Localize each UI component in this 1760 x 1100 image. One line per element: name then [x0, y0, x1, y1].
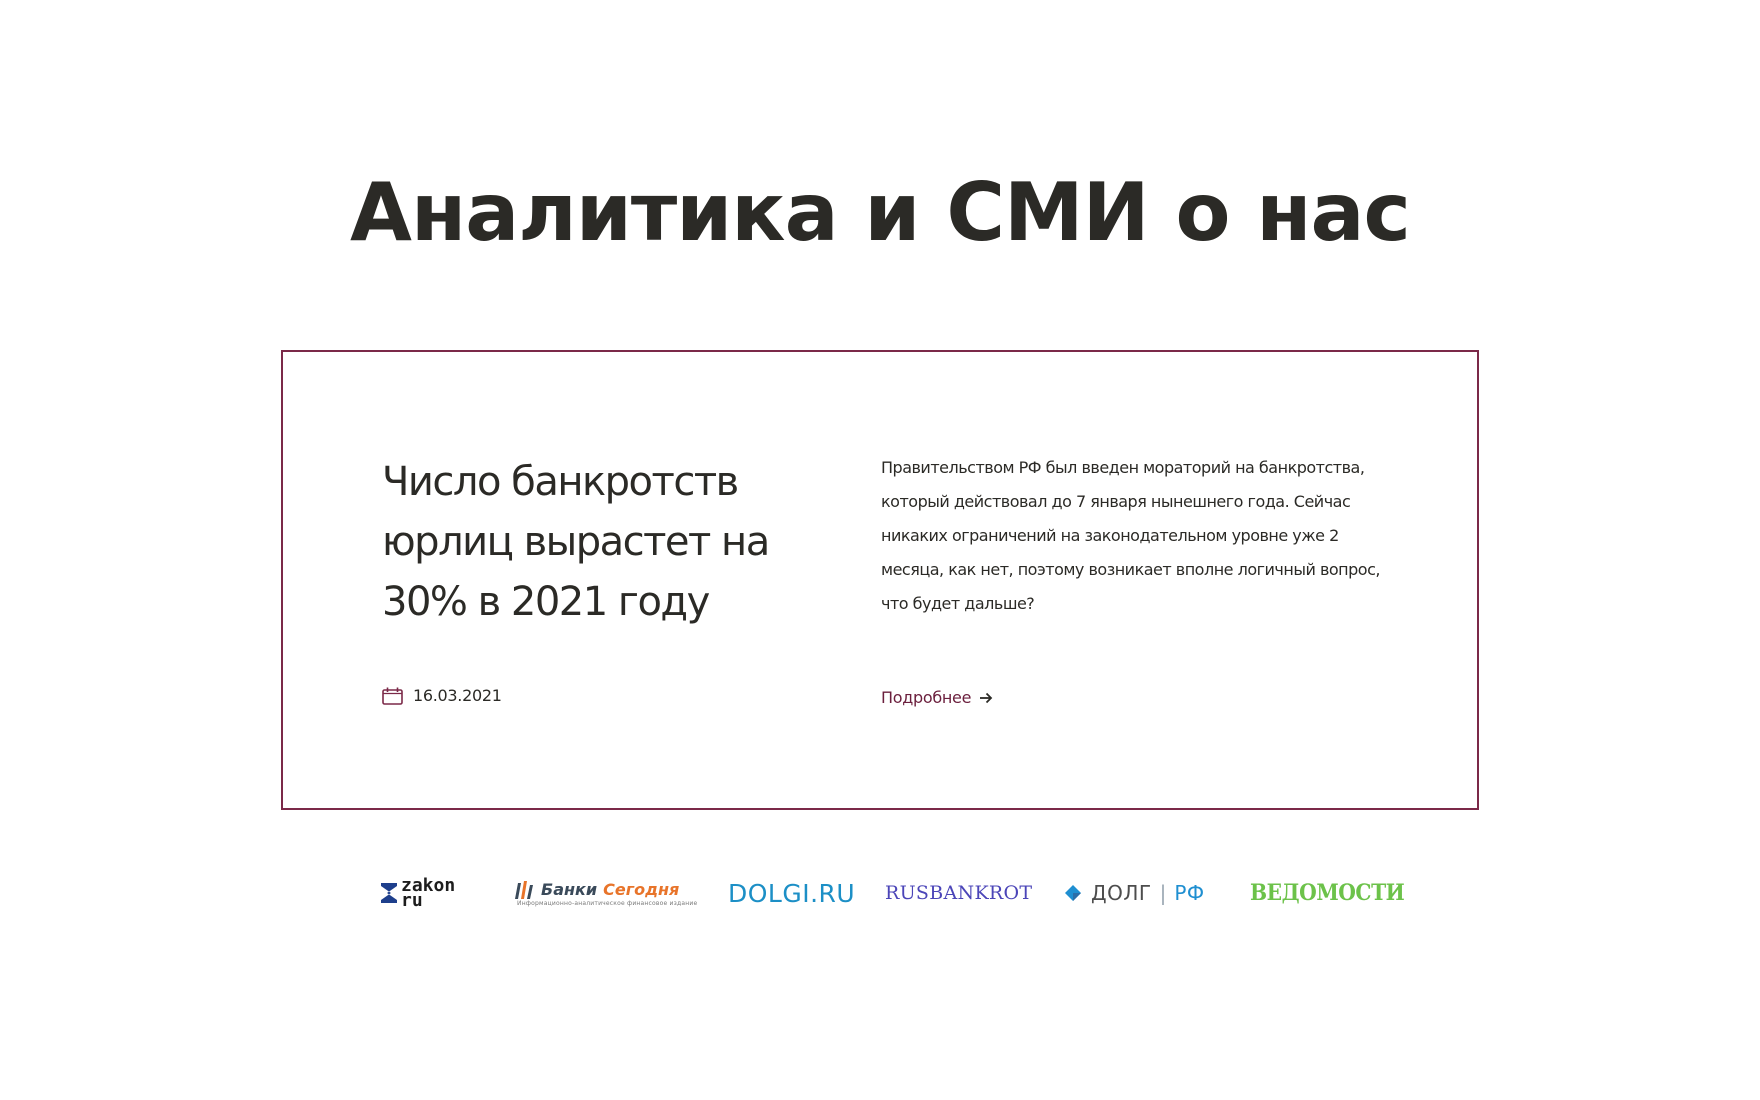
read-more-link[interactable]: Подробнее — [881, 688, 993, 707]
banki-segodnya-top: Банки Сегодня — [513, 880, 679, 900]
zakon-mark-icon — [381, 883, 397, 903]
article-excerpt: Правительством РФ был введен мораторий н… — [881, 458, 1380, 613]
bars-icon — [515, 880, 533, 899]
article-date: 16.03.2021 — [382, 686, 502, 705]
banki-segodnya-name1: Банки — [541, 880, 598, 899]
article-date-text: 16.03.2021 — [413, 686, 502, 705]
rusbankrot-logo[interactable]: RUSBANKROT — [885, 868, 1032, 918]
banki-segodnya-name2: Сегодня — [603, 880, 680, 899]
article-title[interactable]: Число банкротств юрлиц вырастет на 30% в… — [382, 452, 802, 632]
calendar-icon — [382, 687, 403, 705]
article-card: Число банкротств юрлиц вырастет на 30% в… — [281, 350, 1479, 810]
zakon-ru-wordmark: zakon ru — [401, 877, 455, 911]
dolg-rf-suffix: РФ — [1174, 881, 1205, 905]
zakon-ru-line2: ru — [401, 890, 423, 911]
diamond-icon — [1065, 885, 1081, 901]
arrow-right-icon — [980, 692, 993, 703]
page: Аналитика и СМИ о нас Число банкротств ю… — [0, 0, 1760, 1100]
zakon-ru-logo[interactable]: zakon ru — [380, 868, 455, 918]
section-title: Аналитика и СМИ о нас — [350, 166, 1411, 259]
banki-segodnya-subtitle: Информационно-аналитическое финансовое и… — [517, 899, 698, 907]
dolg-rf-separator: | — [1159, 881, 1167, 905]
vedomosti-logo[interactable]: ВЕДОМОСТИ — [1250, 868, 1405, 918]
media-logos-row: zakon ru Банки Сегодня Информационно-ана… — [0, 868, 1760, 918]
read-more-label: Подробнее — [881, 688, 972, 707]
dolg-rf-logo[interactable]: ДОЛГ | РФ — [1063, 868, 1205, 918]
dolg-rf-name: ДОЛГ — [1091, 881, 1152, 905]
dolgi-ru-logo[interactable]: DOLGI.RU — [728, 868, 855, 918]
banki-segodnya-logo[interactable]: Банки Сегодня Информационно-аналитическо… — [513, 868, 697, 918]
